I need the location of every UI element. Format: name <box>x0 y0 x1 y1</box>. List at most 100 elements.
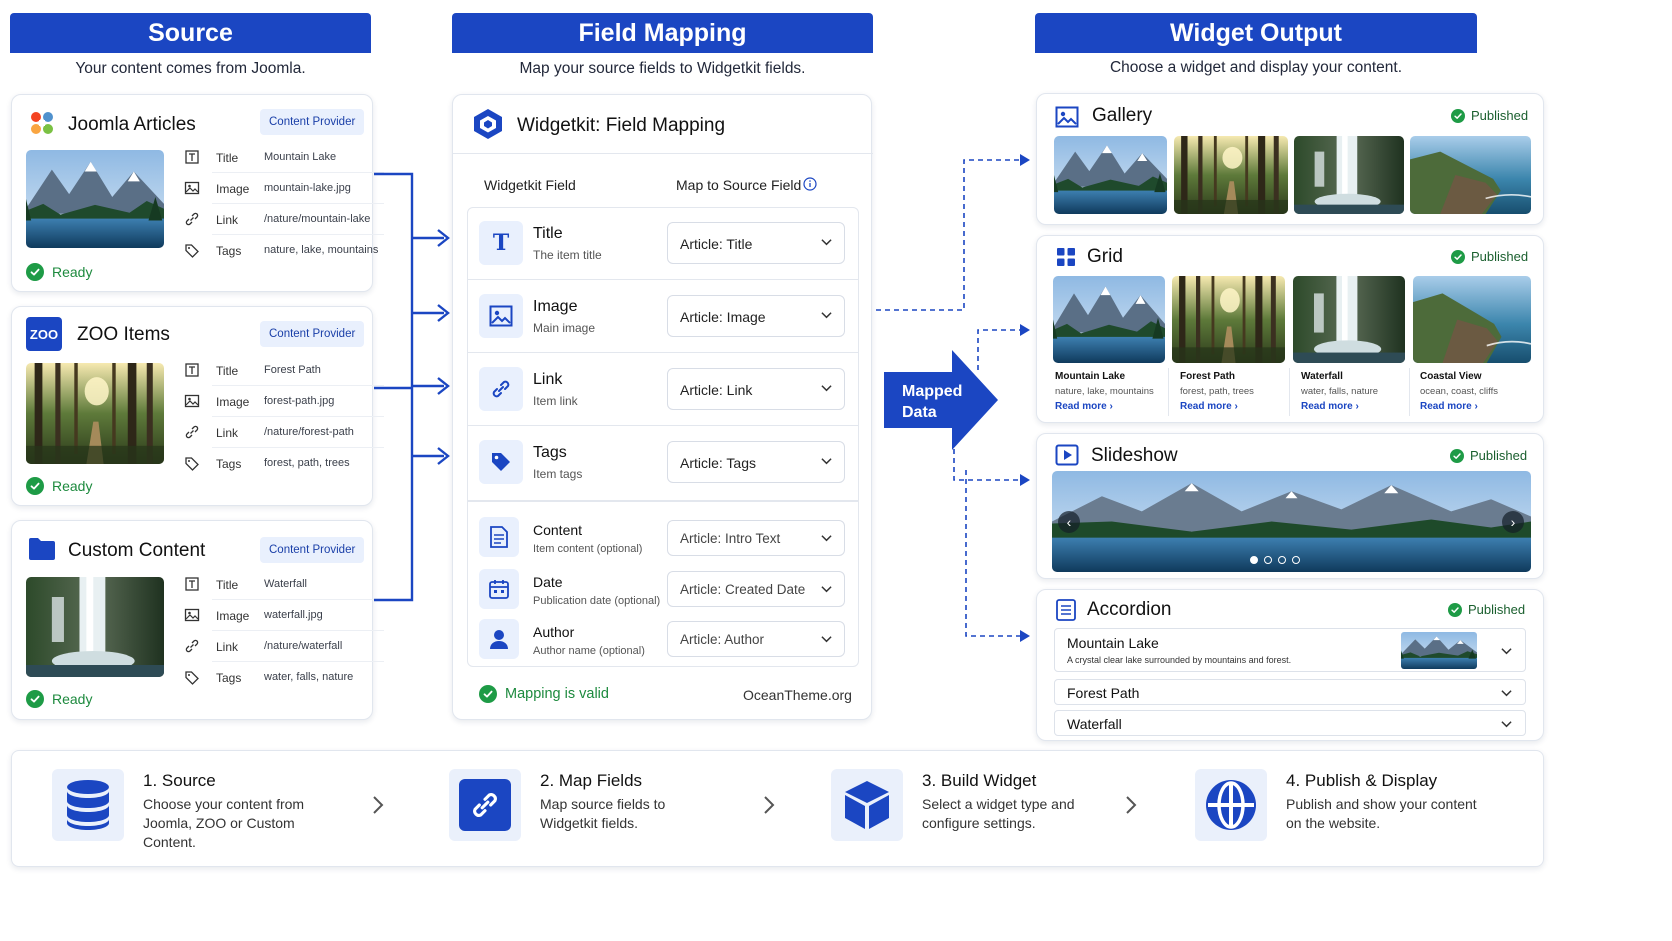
grid-image[interactable] <box>1413 276 1531 363</box>
grid-image[interactable] <box>1053 276 1165 363</box>
field-row-image: Image waterfall.jpg <box>184 601 384 631</box>
title-field-icon <box>185 363 199 377</box>
accordion-item-expanded[interactable]: Mountain Lake A crystal clear lake surro… <box>1054 628 1526 672</box>
field-row-title: Title Waterfall <box>184 570 384 600</box>
accordion-image <box>1401 632 1477 669</box>
play-icon <box>1055 444 1079 466</box>
field-row-image: Image mountain-lake.jpg <box>184 174 384 204</box>
check-icon <box>1450 448 1464 463</box>
source-card-custom[interactable]: Custom Content Content Provider Title Wat… <box>11 520 384 720</box>
chevron-down-icon <box>821 585 832 593</box>
next-slide-button[interactable]: › <box>1502 511 1524 533</box>
source-field-select[interactable]: Article: Link <box>667 368 845 410</box>
chevron-down-icon <box>821 238 832 246</box>
slide-indicators[interactable] <box>1250 556 1300 564</box>
published-status: Published <box>1448 602 1525 617</box>
grid-image[interactable] <box>1172 276 1285 363</box>
source-field-select[interactable]: Article: Author <box>667 621 845 657</box>
image-field-icon <box>184 181 200 195</box>
mapping-row-image: Image Main image Article: Image <box>467 280 859 353</box>
grid-item-title: Waterfall <box>1301 371 1343 382</box>
published-status: Published <box>1450 448 1527 463</box>
field-row-image: Image forest-path.jpg <box>184 387 384 417</box>
accordion-item[interactable]: Waterfall <box>1054 710 1526 736</box>
grid-image[interactable] <box>1293 276 1405 363</box>
widget-gallery[interactable]: Gallery Published <box>1036 93 1544 225</box>
link-field-icon <box>185 212 199 226</box>
widget-slideshow[interactable]: Slideshow Published ‹ › <box>1036 433 1544 579</box>
source-to-mapping-connector <box>374 172 450 602</box>
source-column-header: Source <box>10 13 371 53</box>
source-field-select[interactable]: Article: Title <box>667 222 845 264</box>
widgetkit-field-header: Widgetkit Field <box>484 177 576 193</box>
check-icon <box>1451 249 1465 264</box>
image-field-icon <box>184 394 200 408</box>
source-column-subtitle: Your content comes from Joomla. <box>75 60 306 77</box>
check-icon <box>1448 602 1462 617</box>
source-thumbnail <box>26 363 164 464</box>
grid-item-tags: water, falls, nature <box>1301 386 1379 397</box>
source-field-select[interactable]: Article: Intro Text <box>667 520 845 556</box>
field-row-tags: Tags water, falls, nature <box>184 663 384 693</box>
link-field-icon <box>185 425 199 439</box>
source-card-zoo[interactable]: ZOO ZOO Items Content Provider Title Fore… <box>11 306 384 506</box>
step-title: 4. Publish & Display <box>1286 771 1438 790</box>
grid-item-title: Coastal View <box>1420 371 1482 382</box>
mapping-column-header: Field Mapping <box>452 13 873 53</box>
credit-text: OceanTheme.org <box>743 687 852 703</box>
step-description: Select a widget type and configure setti… <box>922 796 1075 831</box>
widget-title: Grid <box>1087 246 1123 267</box>
source-thumbnail <box>26 150 164 248</box>
mapping-row-author: Author Author name (optional) Article: A… <box>467 615 859 665</box>
mapping-panel-title: Widgetkit: Field Mapping <box>517 115 726 136</box>
read-more-link[interactable]: Read more › <box>1055 401 1113 412</box>
gallery-image[interactable] <box>1054 136 1167 214</box>
source-title: ZOO Items <box>77 324 170 345</box>
list-icon <box>1056 599 1076 621</box>
source-field-select[interactable]: Article: Created Date <box>667 571 845 607</box>
mapping-column-subtitle: Map your source fields to Widgetkit fiel… <box>519 60 806 77</box>
image-icon <box>479 294 523 338</box>
link-icon <box>449 769 521 841</box>
mapping-row-date: Date Publication date (optional) Article… <box>467 565 859 615</box>
grid-item-title: Mountain Lake <box>1055 371 1126 382</box>
output-column-subtitle: Choose a widget and display your content… <box>1109 59 1403 76</box>
mapping-row-content: Content Item content (optional) Article:… <box>467 513 859 563</box>
gallery-image[interactable] <box>1174 136 1288 214</box>
chevron-down-icon <box>1501 689 1512 697</box>
widget-accordion[interactable]: Accordion Published Mountain Lake A crys… <box>1036 589 1544 741</box>
joomla-logo-icon <box>31 112 53 134</box>
read-more-link[interactable]: Read more › <box>1301 401 1359 412</box>
source-field-select[interactable]: Article: Image <box>667 295 845 337</box>
database-icon <box>52 769 124 841</box>
gallery-image[interactable] <box>1410 136 1531 214</box>
step-description: Choose your content from Joomla, ZOO or … <box>143 796 305 850</box>
cube-icon <box>831 769 903 841</box>
chevron-down-icon <box>821 534 832 542</box>
grid-item-tags: forest, path, trees <box>1180 386 1254 397</box>
title-field-icon <box>185 150 199 164</box>
gallery-image[interactable] <box>1294 136 1404 214</box>
widget-grid[interactable]: Grid Published Mountain Lake nature, lak… <box>1036 235 1544 423</box>
globe-icon <box>1195 769 1267 841</box>
mapping-status: Mapping is valid <box>479 685 609 703</box>
step-description: Map source fields to Widgetkit fields. <box>540 796 666 831</box>
field-mapping-panel: Widgetkit: Field Mapping Widgetkit Field… <box>452 94 873 720</box>
accordion-item[interactable]: Forest Path <box>1054 679 1526 705</box>
chevron-down-icon <box>821 635 832 643</box>
content-provider-badge: Content Provider <box>260 537 365 563</box>
read-more-link[interactable]: Read more › <box>1420 401 1478 412</box>
link-icon <box>479 367 523 411</box>
field-row-title: Title Mountain Lake <box>184 143 384 173</box>
content-provider-badge: Content Provider <box>260 109 365 135</box>
info-icon[interactable] <box>803 177 817 191</box>
read-more-link[interactable]: Read more › <box>1180 401 1238 412</box>
content-provider-badge: Content Provider <box>260 321 365 347</box>
previous-slide-button[interactable]: ‹ <box>1058 511 1080 533</box>
source-card-joomla[interactable]: Joomla Articles Content Provider Title Mo… <box>11 94 384 292</box>
source-field-select[interactable]: Article: Tags <box>667 441 845 483</box>
field-row-link: Link/nature/waterfall <box>184 632 384 662</box>
source-status: Ready <box>26 690 92 708</box>
grid-icon <box>1057 248 1075 266</box>
field-row-tags: Tags nature, lake, mountains <box>184 236 384 266</box>
